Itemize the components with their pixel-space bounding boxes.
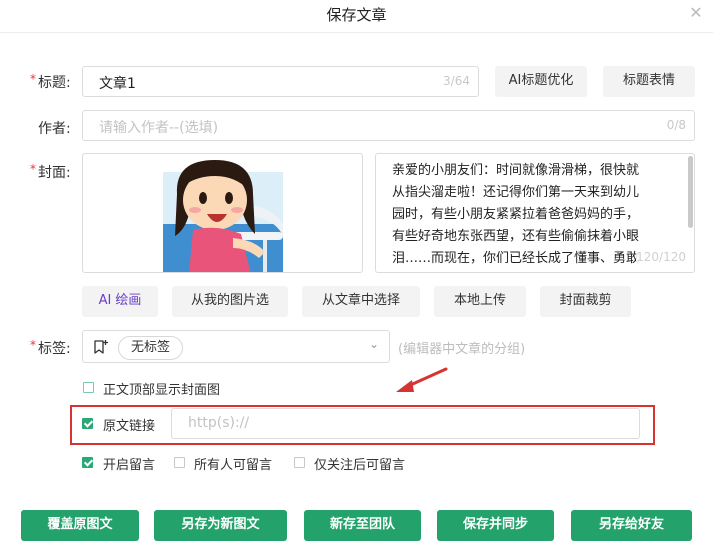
author-placeholder: 请输入作者--(选填) bbox=[99, 120, 219, 136]
author-counter: 0/8 bbox=[666, 118, 686, 132]
summary-textarea[interactable]: 亲爱的小朋友们：时间就像滑滑梯，很快就从指尖溜走啦！还记得你们第一天来到幼儿园时… bbox=[375, 153, 695, 273]
save-as-new-button[interactable]: 另存为新图文 bbox=[154, 510, 287, 541]
ai-title-optimize-button[interactable]: AI标题优化 bbox=[495, 66, 587, 97]
ai-draw-button[interactable]: AI 绘画 bbox=[82, 286, 158, 317]
cover-image bbox=[163, 154, 283, 272]
author-label: 作者: bbox=[38, 121, 71, 137]
title-counter: 3/64 bbox=[443, 74, 470, 88]
original-link-placeholder: http(s):// bbox=[188, 415, 250, 431]
tag-add-icon bbox=[94, 340, 108, 354]
summary-counter: 120/120 bbox=[636, 250, 686, 264]
title-input[interactable]: 文章1 3/64 bbox=[82, 66, 479, 97]
from-my-images-button[interactable]: 从我的图片选 bbox=[172, 286, 288, 317]
summary-scrollbar[interactable] bbox=[688, 156, 693, 228]
everyone-comment-label: 所有人可留言 bbox=[194, 458, 273, 473]
title-label: * 标题: bbox=[30, 72, 71, 91]
title-input-value: 文章1 bbox=[99, 76, 136, 92]
title-emoji-button[interactable]: 标题表情 bbox=[603, 66, 695, 97]
annotation-arrow-icon bbox=[396, 367, 448, 392]
followers-comment-label: 仅关注后可留言 bbox=[314, 458, 406, 473]
original-link-checkbox[interactable] bbox=[82, 418, 93, 429]
followers-comment-checkbox[interactable] bbox=[294, 457, 305, 468]
local-upload-button[interactable]: 本地上传 bbox=[434, 286, 526, 317]
enable-comments-checkbox[interactable] bbox=[82, 457, 93, 468]
tags-label: * 标签: bbox=[30, 338, 71, 357]
from-article-button[interactable]: 从文章中选择 bbox=[302, 286, 420, 317]
original-link-label: 原文链接 bbox=[103, 419, 156, 434]
tag-chip[interactable]: 无标签 bbox=[118, 336, 184, 360]
show-cover-checkbox[interactable] bbox=[83, 382, 94, 393]
summary-text: 亲爱的小朋友们：时间就像滑滑梯，很快就从指尖溜走啦！还记得你们第一天来到幼儿园时… bbox=[392, 163, 640, 266]
cover-image-box[interactable] bbox=[82, 153, 363, 273]
enable-comments-label: 开启留言 bbox=[103, 458, 156, 473]
header-divider bbox=[0, 32, 713, 33]
author-input[interactable]: 请输入作者--(选填) 0/8 bbox=[82, 110, 695, 141]
original-link-input[interactable]: http(s):// bbox=[171, 408, 640, 439]
save-and-sync-button[interactable]: 保存并同步 bbox=[437, 510, 554, 541]
tags-select[interactable]: 无标签 ⌄ bbox=[82, 330, 390, 363]
save-to-friend-button[interactable]: 另存给好友 bbox=[571, 510, 692, 541]
cover-crop-button[interactable]: 封面裁剪 bbox=[540, 286, 631, 317]
overwrite-original-button[interactable]: 覆盖原图文 bbox=[21, 510, 139, 541]
dialog-title: 保存文章 bbox=[326, 6, 387, 24]
required-mark: * bbox=[30, 72, 36, 86]
required-mark: * bbox=[30, 162, 36, 176]
cover-label: * 封面: bbox=[30, 162, 71, 181]
tags-hint: (编辑器中文章的分组) bbox=[398, 342, 526, 357]
show-cover-label: 正文顶部显示封面图 bbox=[103, 383, 221, 398]
required-mark: * bbox=[30, 338, 36, 352]
close-icon[interactable]: ✕ bbox=[689, 5, 703, 21]
everyone-comment-checkbox[interactable] bbox=[174, 457, 185, 468]
chevron-down-icon: ⌄ bbox=[368, 337, 379, 351]
save-to-team-button[interactable]: 新存至团队 bbox=[304, 510, 421, 541]
